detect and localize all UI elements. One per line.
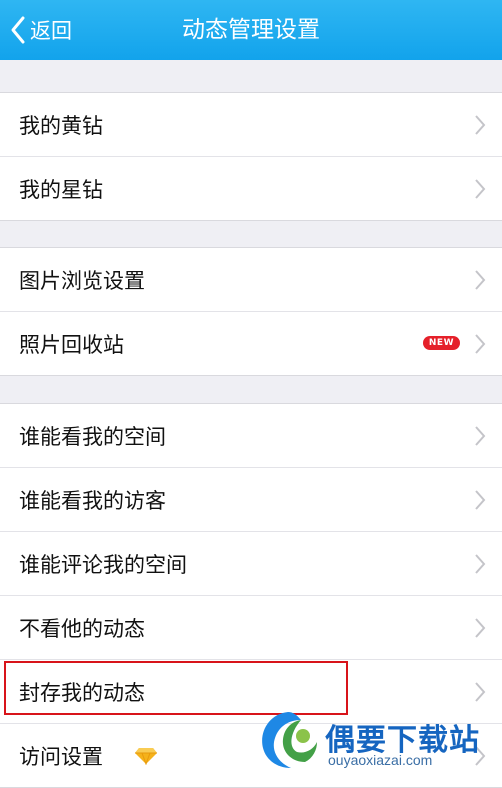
chevron-right-icon bbox=[475, 425, 486, 446]
settings-item-label: 封存我的动态 bbox=[19, 680, 145, 705]
settings-item-image-browse[interactable]: 图片浏览设置 bbox=[0, 248, 502, 312]
new-badge: NEW bbox=[422, 335, 460, 350]
settings-item-hide-their-feed[interactable]: 不看他的动态 bbox=[0, 596, 502, 660]
settings-item-label: 图片浏览设置 bbox=[19, 268, 145, 293]
watermark-url: ouyaoxiazai.com bbox=[328, 752, 433, 768]
settings-item-yellow-diamond[interactable]: 我的黄钻 bbox=[0, 93, 502, 157]
settings-item-label: 访问设置 bbox=[19, 744, 103, 769]
chevron-right-icon bbox=[475, 553, 486, 574]
settings-item-label: 谁能看我的访客 bbox=[19, 488, 166, 513]
settings-item-label: 我的星钻 bbox=[19, 177, 103, 202]
settings-item-who-can-view-space[interactable]: 谁能看我的空间 bbox=[0, 404, 502, 468]
chevron-right-icon bbox=[475, 114, 486, 135]
settings-item-label: 照片回收站 bbox=[19, 332, 124, 357]
settings-item-who-can-comment[interactable]: 谁能评论我的空间 bbox=[0, 532, 502, 596]
nav-bar: 返回 动态管理设置 bbox=[0, 0, 502, 60]
chevron-right-icon bbox=[475, 489, 486, 510]
chevron-right-icon bbox=[475, 333, 486, 354]
settings-section-photos: 图片浏览设置 照片回收站 NEW bbox=[0, 247, 502, 376]
chevron-right-icon bbox=[475, 681, 486, 702]
settings-item-label: 谁能看我的空间 bbox=[19, 424, 166, 449]
chevron-right-icon bbox=[475, 269, 486, 290]
watermark: 偶要下载站 ouyaoxiazai.com bbox=[255, 708, 502, 771]
settings-item-photo-recycle-bin[interactable]: 照片回收站 NEW bbox=[0, 312, 502, 375]
settings-item-label: 不看他的动态 bbox=[19, 616, 145, 641]
watermark-logo-icon bbox=[262, 712, 317, 768]
settings-item-who-can-view-visitors[interactable]: 谁能看我的访客 bbox=[0, 468, 502, 532]
settings-section-vip: 我的黄钻 我的星钻 bbox=[0, 92, 502, 221]
page-title: 动态管理设置 bbox=[182, 17, 320, 43]
chevron-right-icon bbox=[475, 617, 486, 638]
diamond-icon bbox=[135, 747, 157, 765]
settings-item-star-diamond[interactable]: 我的星钻 bbox=[0, 157, 502, 220]
chevron-right-icon bbox=[475, 178, 486, 199]
settings-item-label: 谁能评论我的空间 bbox=[19, 552, 187, 577]
settings-item-label: 我的黄钻 bbox=[19, 113, 103, 138]
